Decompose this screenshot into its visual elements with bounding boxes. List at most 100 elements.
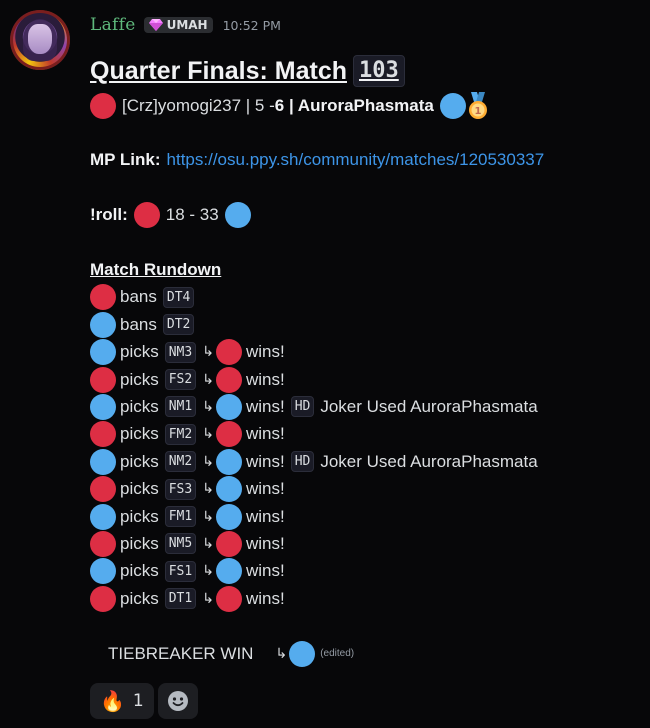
map-code: FS3 xyxy=(164,478,197,500)
rundown-action: bans xyxy=(120,287,157,307)
rundown-action: picks xyxy=(120,533,159,553)
rundown-row: bans DT2 xyxy=(90,311,645,338)
reaction-count: 1 xyxy=(132,691,144,711)
timestamp: 10:52 PM xyxy=(222,17,281,33)
score-red-text: [Crz]yomogi237 | 5 - xyxy=(122,95,275,115)
blue-circle-icon xyxy=(90,311,116,338)
arrow-icon: ↳ xyxy=(275,645,288,662)
red-circle-icon xyxy=(90,92,116,119)
mod-code: HD xyxy=(290,451,315,473)
arrow-icon: ↳ xyxy=(202,371,214,388)
arrow-icon: ↳ xyxy=(202,535,214,552)
map-code: NM3 xyxy=(164,341,197,363)
first-place-medal-icon: 1 xyxy=(468,91,487,119)
rundown-row: picks FS2 ↳ wins! xyxy=(90,366,645,393)
rundown-result: wins! xyxy=(245,533,285,553)
rundown-list: bans DT4 bans DT2 picks NM3 ↳ wins! picks FS2 ↳ win… xyxy=(90,284,645,613)
rundown-result: wins! xyxy=(245,506,285,526)
arrow-icon: ↳ xyxy=(202,481,214,498)
red-circle-icon xyxy=(90,585,116,612)
rundown-result: wins! xyxy=(245,369,285,389)
gem-icon xyxy=(148,19,163,31)
reactions-bar: 🔥 1 xyxy=(90,683,198,719)
blue-circle-icon xyxy=(289,640,316,667)
rundown-row: picks FS1 ↳ wins! xyxy=(90,558,645,585)
blue-circle-icon xyxy=(90,339,116,366)
map-code: FM1 xyxy=(164,506,197,528)
message-content: Quarter Finals: Match 103 [Crz]yomogi237… xyxy=(90,52,645,667)
rundown-result: wins! xyxy=(245,342,285,362)
fire-icon: 🔥 xyxy=(100,689,125,713)
arrow-icon: ↳ xyxy=(202,398,214,415)
red-circle-icon xyxy=(90,366,116,393)
red-circle-icon xyxy=(90,284,116,311)
rundown-action: picks xyxy=(120,588,159,608)
rundown-result: wins! xyxy=(245,396,285,416)
server-tag-label: UMAH xyxy=(166,18,208,32)
rundown-result: wins! xyxy=(245,451,285,471)
avatar[interactable] xyxy=(10,10,70,70)
red-circle-icon xyxy=(90,530,116,557)
arrow-icon: ↳ xyxy=(202,426,214,443)
rundown-row: picks FM1 ↳ wins! xyxy=(90,503,645,530)
rundown-row: picks NM5 ↳ wins! xyxy=(90,530,645,557)
roll-label: !roll: xyxy=(90,205,128,225)
blue-circle-icon xyxy=(224,202,251,229)
score-line: [Crz]yomogi237 | 5 - 6 | AuroraPhasmata … xyxy=(90,91,645,119)
rundown-row: picks FS3 ↳ wins! xyxy=(90,475,645,503)
blue-circle-icon xyxy=(90,503,116,530)
rundown-action: picks xyxy=(120,396,159,416)
rundown-row: picks FM2 ↳ wins! xyxy=(90,421,645,448)
red-circle-icon xyxy=(90,476,116,503)
blue-circle-icon xyxy=(90,558,116,585)
mod-code: HD xyxy=(290,396,315,418)
arrow-icon: ↳ xyxy=(202,453,214,470)
rundown-action: picks xyxy=(120,424,159,444)
joker-note: Joker Used AuroraPhasmata xyxy=(320,396,538,416)
tiebreaker-text: TIEBREAKER WIN xyxy=(108,643,254,663)
blue-circle-icon xyxy=(90,393,116,420)
rundown-heading-line: Match Rundown xyxy=(90,256,645,283)
joker-note: Joker Used AuroraPhasmata xyxy=(320,451,538,471)
score-blue-player: | AuroraPhasmata xyxy=(284,95,434,115)
red-circle-icon xyxy=(215,339,242,366)
rundown-action: picks xyxy=(120,506,159,526)
mp-link-url[interactable]: https://osu.ppy.sh/community/matches/120… xyxy=(167,150,545,170)
reaction-fire[interactable]: 🔥 1 xyxy=(90,683,154,719)
rundown-row: bans DT4 xyxy=(90,284,645,311)
blue-circle-icon xyxy=(215,476,242,503)
map-code: DT4 xyxy=(162,286,195,308)
rundown-row: picks NM2 ↳ wins! HD Joker Used AuroraPhasmat… xyxy=(90,448,645,475)
blue-circle-icon xyxy=(215,393,242,420)
arrow-icon: ↳ xyxy=(202,590,214,607)
rundown-result: wins! xyxy=(245,561,285,581)
rundown-result: wins! xyxy=(245,424,285,444)
match-title-text: Quarter Finals: Match xyxy=(90,56,347,85)
red-circle-icon xyxy=(215,366,242,393)
message-header: Laffe UMAH 10:52 PM xyxy=(90,12,281,38)
blue-circle-icon xyxy=(215,558,242,585)
red-circle-icon xyxy=(90,421,116,448)
server-tag[interactable]: UMAH xyxy=(143,17,213,33)
red-circle-icon xyxy=(215,530,242,557)
match-title: Quarter Finals: Match 103 xyxy=(90,52,645,90)
map-code: FM2 xyxy=(164,423,197,445)
map-code: NM1 xyxy=(164,396,197,418)
username[interactable]: Laffe xyxy=(90,15,136,35)
add-reaction-button[interactable] xyxy=(157,683,198,719)
map-code: DT1 xyxy=(164,588,197,610)
score-blue-number: 6 xyxy=(274,95,285,115)
rundown-action: picks xyxy=(120,561,159,581)
rundown-row: picks NM1 ↳ wins! HD Joker Used AuroraPhasmat… xyxy=(90,393,645,420)
rundown-result: wins! xyxy=(245,588,285,608)
roll-values: 18 - 33 xyxy=(165,205,219,225)
rundown-row: picks NM3 ↳ wins! xyxy=(90,339,645,366)
roll-line: !roll: 18 - 33 xyxy=(90,202,645,229)
rundown-result: wins! xyxy=(245,479,285,499)
rundown-action: bans xyxy=(120,314,157,334)
red-circle-icon xyxy=(215,421,242,448)
rundown-action: picks xyxy=(120,369,159,389)
blue-circle-icon xyxy=(215,448,242,475)
map-code: FS1 xyxy=(164,560,197,582)
blue-circle-icon xyxy=(215,503,242,530)
